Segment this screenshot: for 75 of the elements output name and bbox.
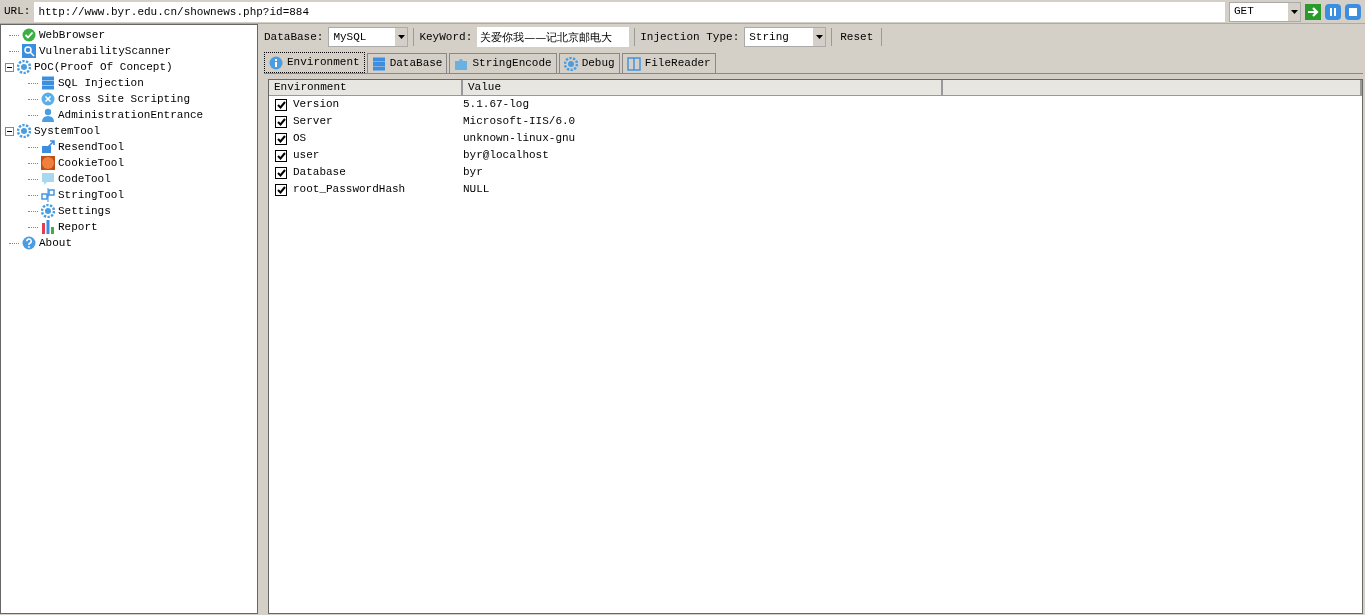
database-dropdown[interactable]: MySQL <box>328 27 409 47</box>
go-arrow-icon[interactable] <box>1305 3 1321 20</box>
tree-item[interactable]: AdministrationEntrance <box>58 106 204 124</box>
checkbox[interactable] <box>275 132 287 145</box>
table-cell-text: Version <box>293 97 341 113</box>
keyword-field[interactable]: 关爱你我——记北京邮电大 <box>477 27 630 47</box>
gear-icon <box>41 204 55 218</box>
info-icon <box>269 55 283 70</box>
tree-item[interactable]: VulnerabilityScanner <box>39 42 172 60</box>
column-header[interactable]: Environment <box>269 80 463 95</box>
stop-icon[interactable] <box>1345 3 1361 20</box>
table-cell-text: NULL <box>463 182 490 198</box>
url-label: URL: <box>4 4 31 20</box>
search-icon <box>22 44 36 58</box>
tab[interactable]: FileReader <box>621 53 716 73</box>
table-cell-text: 5.1.67-log <box>463 97 529 113</box>
caret-icon <box>397 35 405 39</box>
checkbox[interactable] <box>275 183 287 196</box>
table-cell-text: OS <box>293 131 308 147</box>
caret-icon <box>815 35 823 39</box>
circle-icon <box>41 156 55 170</box>
checkbox[interactable] <box>275 115 287 128</box>
tree-item[interactable]: ResendTool <box>58 138 124 156</box>
collapse-icon[interactable] <box>5 62 14 72</box>
checkbox[interactable] <box>275 98 287 111</box>
tree-item[interactable]: Report <box>58 218 98 236</box>
url-field[interactable]: http://www.byr.edu.cn/shownews.php?id=884 <box>34 1 1225 22</box>
column-header[interactable]: Value <box>463 80 943 95</box>
table-cell-text: user <box>293 148 321 164</box>
tab[interactable]: Debug <box>558 53 620 73</box>
tab[interactable]: DataBase <box>366 53 448 73</box>
check-icon <box>22 28 36 42</box>
tree-item[interactable]: SQL Injection <box>58 74 144 92</box>
checkbox[interactable] <box>275 166 287 179</box>
reset-button[interactable]: Reset <box>837 28 877 46</box>
book-icon <box>626 56 641 71</box>
help-icon <box>22 236 36 250</box>
gear-icon <box>17 60 31 74</box>
tree-item[interactable]: StringTool <box>58 186 124 204</box>
collapse-icon[interactable] <box>5 126 14 136</box>
table-cell-text: Database <box>293 165 347 181</box>
injection-type-dropdown[interactable]: String <box>744 27 827 47</box>
chat-icon <box>41 172 55 186</box>
tree-item[interactable]: WebBrowser <box>39 26 105 44</box>
chart-icon <box>41 220 55 234</box>
tree-item[interactable]: CodeTool <box>58 170 111 188</box>
database-icon <box>41 76 55 90</box>
injection-type-label: Injection Type: <box>640 29 740 45</box>
connector-icon <box>41 188 55 202</box>
keyword-label: KeyWord: <box>419 29 473 45</box>
tree-item[interactable]: POC(Proof Of Concept) <box>34 58 173 76</box>
checkbox[interactable] <box>275 149 287 162</box>
tree-item[interactable]: SystemTool <box>34 122 100 140</box>
tree-item[interactable]: Settings <box>58 202 111 220</box>
tree-item[interactable]: CookieTool <box>58 154 124 172</box>
table-cell-text: Microsoft-IIS/6.0 <box>463 114 576 130</box>
tree-item[interactable]: Cross Site Scripting <box>58 90 191 108</box>
table-cell-text: Server <box>293 114 334 130</box>
database-icon <box>371 56 386 71</box>
method-dropdown[interactable]: GET <box>1229 1 1301 22</box>
table-cell-text: unknown-linux-gnu <box>463 131 576 147</box>
table-cell-text: root_PasswordHash <box>293 182 407 198</box>
caret-icon <box>1290 9 1298 14</box>
table-cell-text: byr <box>463 165 483 181</box>
person-icon <box>41 108 55 122</box>
tab[interactable]: Environment <box>264 52 365 73</box>
tab[interactable]: StringEncode <box>449 53 557 73</box>
tree-item[interactable]: About <box>39 234 72 252</box>
database-label: DataBase: <box>264 29 324 45</box>
cross-icon <box>41 92 55 106</box>
gear-icon <box>17 124 31 138</box>
gear-icon <box>563 56 578 71</box>
pause-icon[interactable] <box>1325 3 1341 20</box>
send-icon <box>41 140 55 154</box>
table-cell-text: byr@localhost <box>463 148 549 164</box>
